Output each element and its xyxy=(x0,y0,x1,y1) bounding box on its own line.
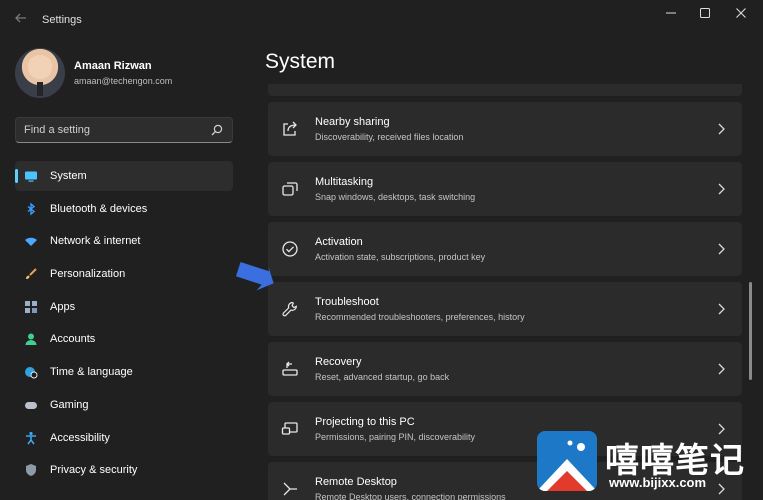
sidebar-item-label: Personalization xyxy=(50,268,126,281)
sidebar-item-system[interactable]: System xyxy=(15,161,233,191)
recovery-icon xyxy=(281,360,299,378)
card-troubleshoot[interactable]: Troubleshoot Recommended troubleshooters… xyxy=(268,282,742,336)
watermark-logo-icon xyxy=(537,431,597,491)
card-subtitle: Permissions, pairing PIN, discoverabilit… xyxy=(315,432,476,442)
search-input[interactable]: Find a setting xyxy=(15,117,233,143)
card-subtitle: Remote Desktop users, connection permiss… xyxy=(315,492,506,500)
accessibility-icon xyxy=(24,431,38,445)
sidebar-nav: System Bluetooth & devices Network & int… xyxy=(15,161,233,488)
card-title: Projecting to this PC xyxy=(315,416,415,428)
sidebar-item-personalization[interactable]: Personalization xyxy=(15,259,233,289)
accounts-icon xyxy=(24,332,38,346)
sidebar-item-label: Privacy & security xyxy=(50,464,138,477)
brush-icon xyxy=(24,267,38,281)
close-icon[interactable] xyxy=(724,4,758,26)
watermark: 嘻嘻笔记 www.bijixx.com xyxy=(537,431,763,500)
page-title: System xyxy=(265,50,336,73)
app-title: Settings xyxy=(42,14,82,26)
sidebar-item-label: Accessibility xyxy=(50,431,110,444)
multitasking-icon xyxy=(281,180,299,198)
shield-icon xyxy=(24,463,38,477)
chevron-right-icon xyxy=(716,242,726,256)
sidebar-item-apps[interactable]: Apps xyxy=(15,292,233,322)
card-activation[interactable]: Activation Activation state, subscriptio… xyxy=(268,222,742,276)
bluetooth-icon xyxy=(24,202,38,216)
card-nearby-sharing[interactable]: Nearby sharing Discoverability, received… xyxy=(268,102,742,156)
card-subtitle: Discoverability, received files location xyxy=(315,132,464,142)
scrollbar-thumb[interactable] xyxy=(749,282,752,380)
sidebar-item-gaming[interactable]: Gaming xyxy=(15,390,233,420)
sidebar-item-label: Bluetooth & devices xyxy=(50,202,148,215)
card-multitasking[interactable]: Multitasking Snap windows, desktops, tas… xyxy=(268,162,742,216)
card-title: Activation xyxy=(315,236,363,248)
search-icon[interactable] xyxy=(210,123,224,137)
gamepad-icon xyxy=(24,398,38,412)
sidebar-item-label: Gaming xyxy=(50,398,89,411)
title-bar: Settings xyxy=(0,0,763,40)
user-email: amaan@techengon.com xyxy=(74,76,173,86)
card-title: Multitasking xyxy=(315,176,374,188)
card-subtitle: Recommended troubleshooters, preferences… xyxy=(315,312,525,322)
sidebar-item-label: System xyxy=(50,170,87,182)
user-name: Amaan Rizwan xyxy=(74,60,152,72)
projecting-icon xyxy=(281,420,299,438)
sidebar-item-bluetooth-devices[interactable]: Bluetooth & devices xyxy=(15,194,233,224)
sidebar-item-network-internet[interactable]: Network & internet xyxy=(15,226,233,256)
maximize-icon[interactable] xyxy=(688,4,722,26)
remote-desktop-icon xyxy=(281,480,299,498)
wifi-icon xyxy=(24,234,38,248)
chevron-right-icon xyxy=(716,122,726,136)
sidebar-item-time-language[interactable]: Time & language xyxy=(15,357,233,387)
globe-clock-icon xyxy=(24,365,38,379)
sidebar-item-privacy-security[interactable]: Privacy & security xyxy=(15,455,233,485)
minimize-icon[interactable] xyxy=(654,4,688,26)
chevron-right-icon xyxy=(716,302,726,316)
sidebar-item-accessibility[interactable]: Accessibility xyxy=(15,423,233,453)
sidebar-item-accounts[interactable]: Accounts xyxy=(15,324,233,354)
wrench-icon xyxy=(281,300,299,318)
sidebar-item-label: Time & language xyxy=(50,366,133,379)
card-subtitle: Snap windows, desktops, task switching xyxy=(315,192,476,202)
apps-icon xyxy=(24,300,38,314)
share-icon xyxy=(281,120,299,138)
activation-check-icon xyxy=(281,240,299,258)
chevron-right-icon xyxy=(716,182,726,196)
card-subtitle: Reset, advanced startup, go back xyxy=(315,372,450,382)
card-title: Recovery xyxy=(315,356,362,368)
previous-card-edge xyxy=(268,84,742,96)
sidebar-item-label: Accounts xyxy=(50,333,96,346)
card-subtitle: Activation state, subscriptions, product… xyxy=(315,252,486,262)
card-title: Troubleshoot xyxy=(315,296,379,308)
card-title: Remote Desktop xyxy=(315,476,397,488)
search-placeholder: Find a setting xyxy=(24,124,91,136)
sidebar-item-label: Apps xyxy=(50,300,76,313)
card-title: Nearby sharing xyxy=(315,116,390,128)
avatar xyxy=(15,48,65,98)
card-recovery[interactable]: Recovery Reset, advanced startup, go bac… xyxy=(268,342,742,396)
watermark-url: www.bijixx.com xyxy=(609,475,707,490)
chevron-right-icon xyxy=(716,362,726,376)
sidebar-item-label: Network & internet xyxy=(50,235,141,248)
annotation-arrow-icon xyxy=(232,261,276,297)
selection-indicator xyxy=(15,169,18,183)
back-arrow-icon[interactable] xyxy=(12,11,30,29)
system-icon xyxy=(24,169,38,183)
